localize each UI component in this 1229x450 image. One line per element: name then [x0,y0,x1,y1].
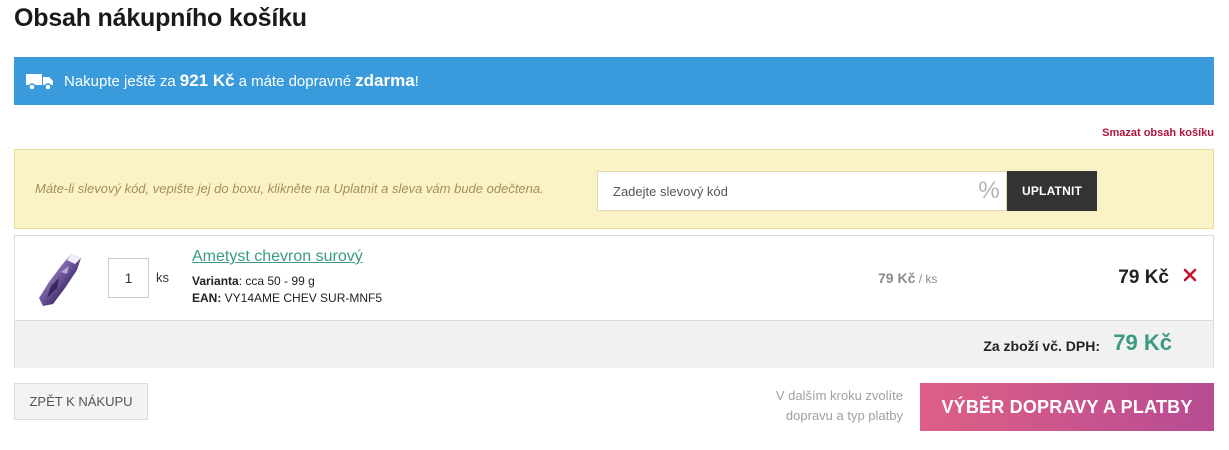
shipping-text-middle: a máte dopravné [238,72,352,90]
cart-summary: Za zboží vč. DPH: 79 Kč [15,320,1213,368]
free-shipping-banner: Nakupte ještě za 921 Kč a máte dopravné … [14,57,1214,105]
shipping-text-after: ! [414,72,419,90]
next-step-hint-line2: dopravu a typ platby [785,408,903,423]
truck-icon [26,71,54,91]
shipping-text-before: Nakupte ještě za [64,72,176,90]
coupon-info-text: Máte-li slevový kód, vepište jej do boxu… [35,181,544,196]
clear-cart-link[interactable]: Smazat obsah košíku [1102,127,1214,139]
item-total-price: 79 Kč [1118,267,1169,288]
shipping-free-label: zdarma [355,71,415,90]
next-step-hint: V dalším kroku zvolíte dopravu a typ pla… [743,386,903,426]
coupon-input-wrapper: % [597,171,1007,211]
continue-to-shipping-button[interactable]: VÝBĚR DOPRAVY A PLATBY [920,383,1214,431]
shipping-remaining-amount: 921 Kč [179,71,235,90]
product-ean: EAN: VY14AME CHEV SUR-MNF5 [192,290,382,307]
coupon-code-input[interactable] [598,172,972,210]
back-to-shopping-button[interactable]: ZPĚT K NÁKUPU [14,383,148,420]
product-meta: Varianta: cca 50 - 99 g EAN: VY14AME CHE… [192,273,382,307]
next-step-hint-line1: V dalším kroku zvolíte [775,388,903,403]
unit-price-value: 79 Kč [878,270,916,286]
cart-total-value: 79 Kč [1113,330,1172,355]
coupon-box: Máte-li slevový kód, vepište jej do boxu… [14,149,1214,229]
quantity-unit: ks [156,270,169,285]
cart-item-row: ks Ametyst chevron surový Varianta: cca … [15,236,1213,320]
percent-icon: % [978,177,1000,204]
unit-price: 79 Kč / ks [878,270,937,286]
product-variant: Varianta: cca 50 - 99 g [192,273,382,290]
cart-table: ks Ametyst chevron surový Varianta: cca … [14,235,1214,368]
cart-total-label: Za zboží vč. DPH: [983,338,1100,354]
product-name-link[interactable]: Ametyst chevron surový [192,248,363,266]
apply-coupon-button[interactable]: UPLATNIT [1007,171,1097,211]
variant-value: : cca 50 - 99 g [238,274,315,288]
page-title: Obsah nákupního košíku [14,4,307,32]
unit-price-suffix: / ks [915,272,938,286]
ean-value: VY14AME CHEV SUR-MNF5 [221,291,383,305]
quantity-input[interactable] [108,258,149,298]
ean-label: EAN: [192,291,222,305]
close-icon[interactable] [1183,268,1197,282]
product-image[interactable] [31,248,93,310]
variant-label: Varianta [192,274,239,288]
